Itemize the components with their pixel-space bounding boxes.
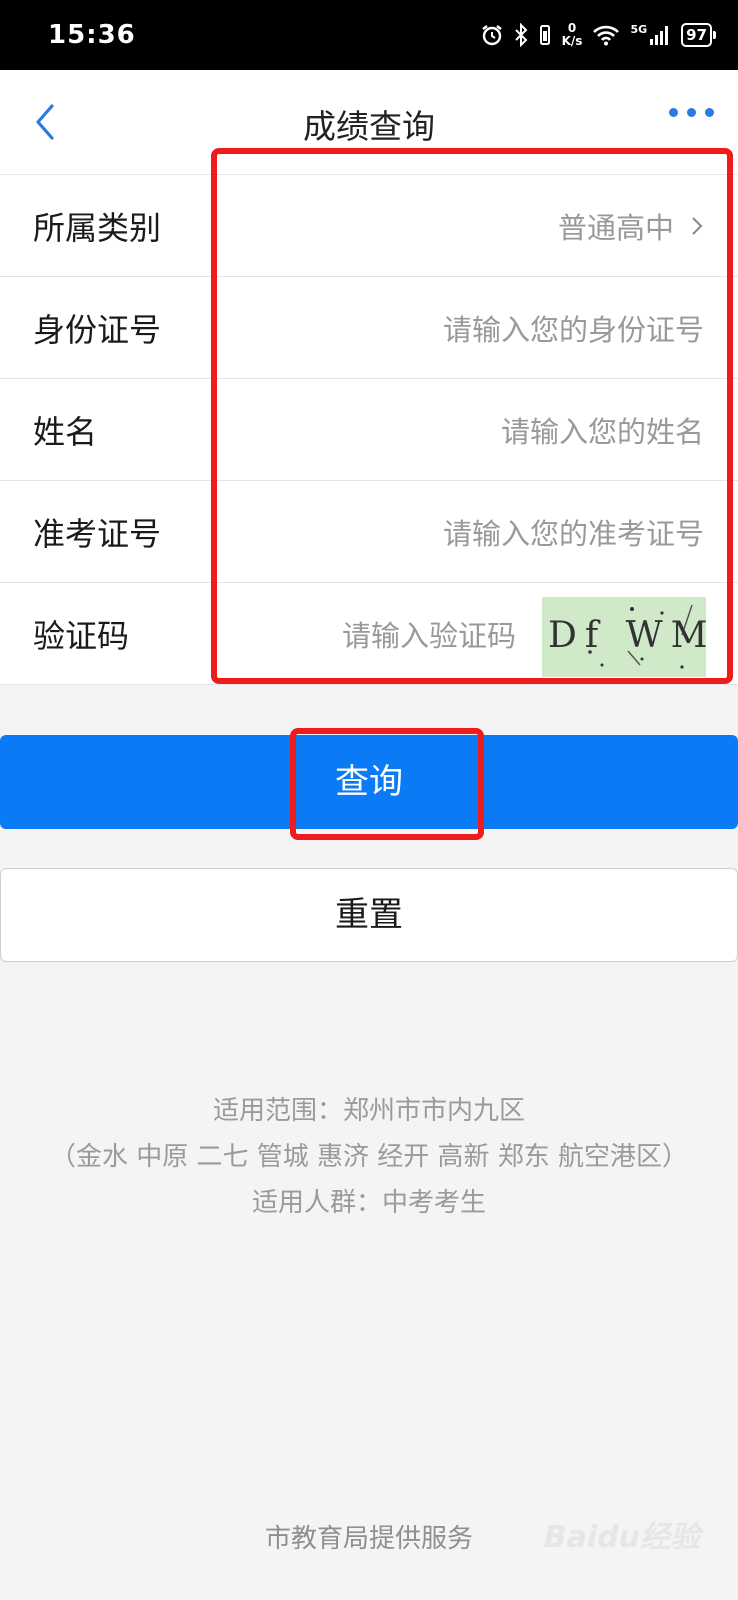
captcha-input[interactable]: 请输入验证码 — [342, 613, 516, 655]
signal-icon — [650, 26, 669, 45]
id-number-input[interactable]: 请输入您的身份证号 — [443, 307, 704, 349]
more-dots-icon[interactable] — [669, 108, 714, 117]
query-form: 所属类别 普通高中 身份证号 请输入您的身份证号 姓名 请输入您的姓名 准考证号… — [0, 174, 738, 685]
captcha-image[interactable]: Df WM — [542, 597, 706, 677]
battery-icon: 97 — [681, 23, 716, 47]
query-button[interactable]: 查询 — [0, 735, 738, 829]
captcha-label: 验证码 — [33, 617, 130, 655]
net-speed-unit: K/s — [561, 34, 583, 48]
id-number-label: 身份证号 — [33, 311, 162, 349]
exam-number-row: 准考证号 请输入您的准考证号 — [0, 481, 738, 583]
id-number-row: 身份证号 请输入您的身份证号 — [0, 277, 738, 379]
more-dot — [669, 108, 678, 117]
scope-text: 适用范围：郑州市市内九区 — [212, 1096, 525, 1126]
vibrate-icon — [539, 25, 550, 45]
captcha-text: Df WM — [548, 615, 706, 656]
name-input[interactable]: 请输入您的姓名 — [501, 409, 704, 451]
wifi-icon — [593, 25, 620, 46]
exam-number-label: 准考证号 — [33, 515, 162, 553]
watermark: Baidu经验 — [543, 1520, 700, 1555]
net-speed: 0 K/s — [562, 22, 583, 48]
exam-number-input[interactable]: 请输入您的准考证号 — [443, 511, 704, 553]
bluetooth-icon — [514, 23, 528, 47]
battery-level: 97 — [686, 26, 707, 44]
more-dot — [705, 108, 714, 117]
districts-text: （金水 中原 二七 管城 惠济 经开 高新 郑东 航空港区） — [49, 1142, 689, 1172]
reset-button[interactable]: 重置 — [0, 868, 738, 962]
status-icons: 0 K/s 5G 97 — [480, 18, 716, 52]
chevron-right-icon — [692, 217, 703, 235]
captcha-row: 验证码 请输入验证码 Df WM — [0, 583, 738, 685]
network-type: 5G — [630, 22, 648, 36]
name-row: 姓名 请输入您的姓名 — [0, 379, 738, 481]
alarm-icon — [481, 25, 502, 46]
status-time: 15:36 — [48, 20, 136, 50]
page-title: 成绩查询 — [303, 107, 435, 146]
category-select[interactable]: 普通高中 — [558, 205, 704, 247]
category-label: 所属类别 — [33, 209, 162, 247]
name-label: 姓名 — [33, 413, 98, 451]
nav-bar: 成绩查询 — [0, 70, 738, 174]
audience-text: 适用人群：中考考生 — [251, 1188, 486, 1218]
category-row[interactable]: 所属类别 普通高中 — [0, 175, 738, 277]
category-value: 普通高中 — [557, 211, 674, 245]
status-bar: 15:36 0 K/s 5G 97 — [0, 0, 738, 70]
more-dot — [687, 108, 696, 117]
